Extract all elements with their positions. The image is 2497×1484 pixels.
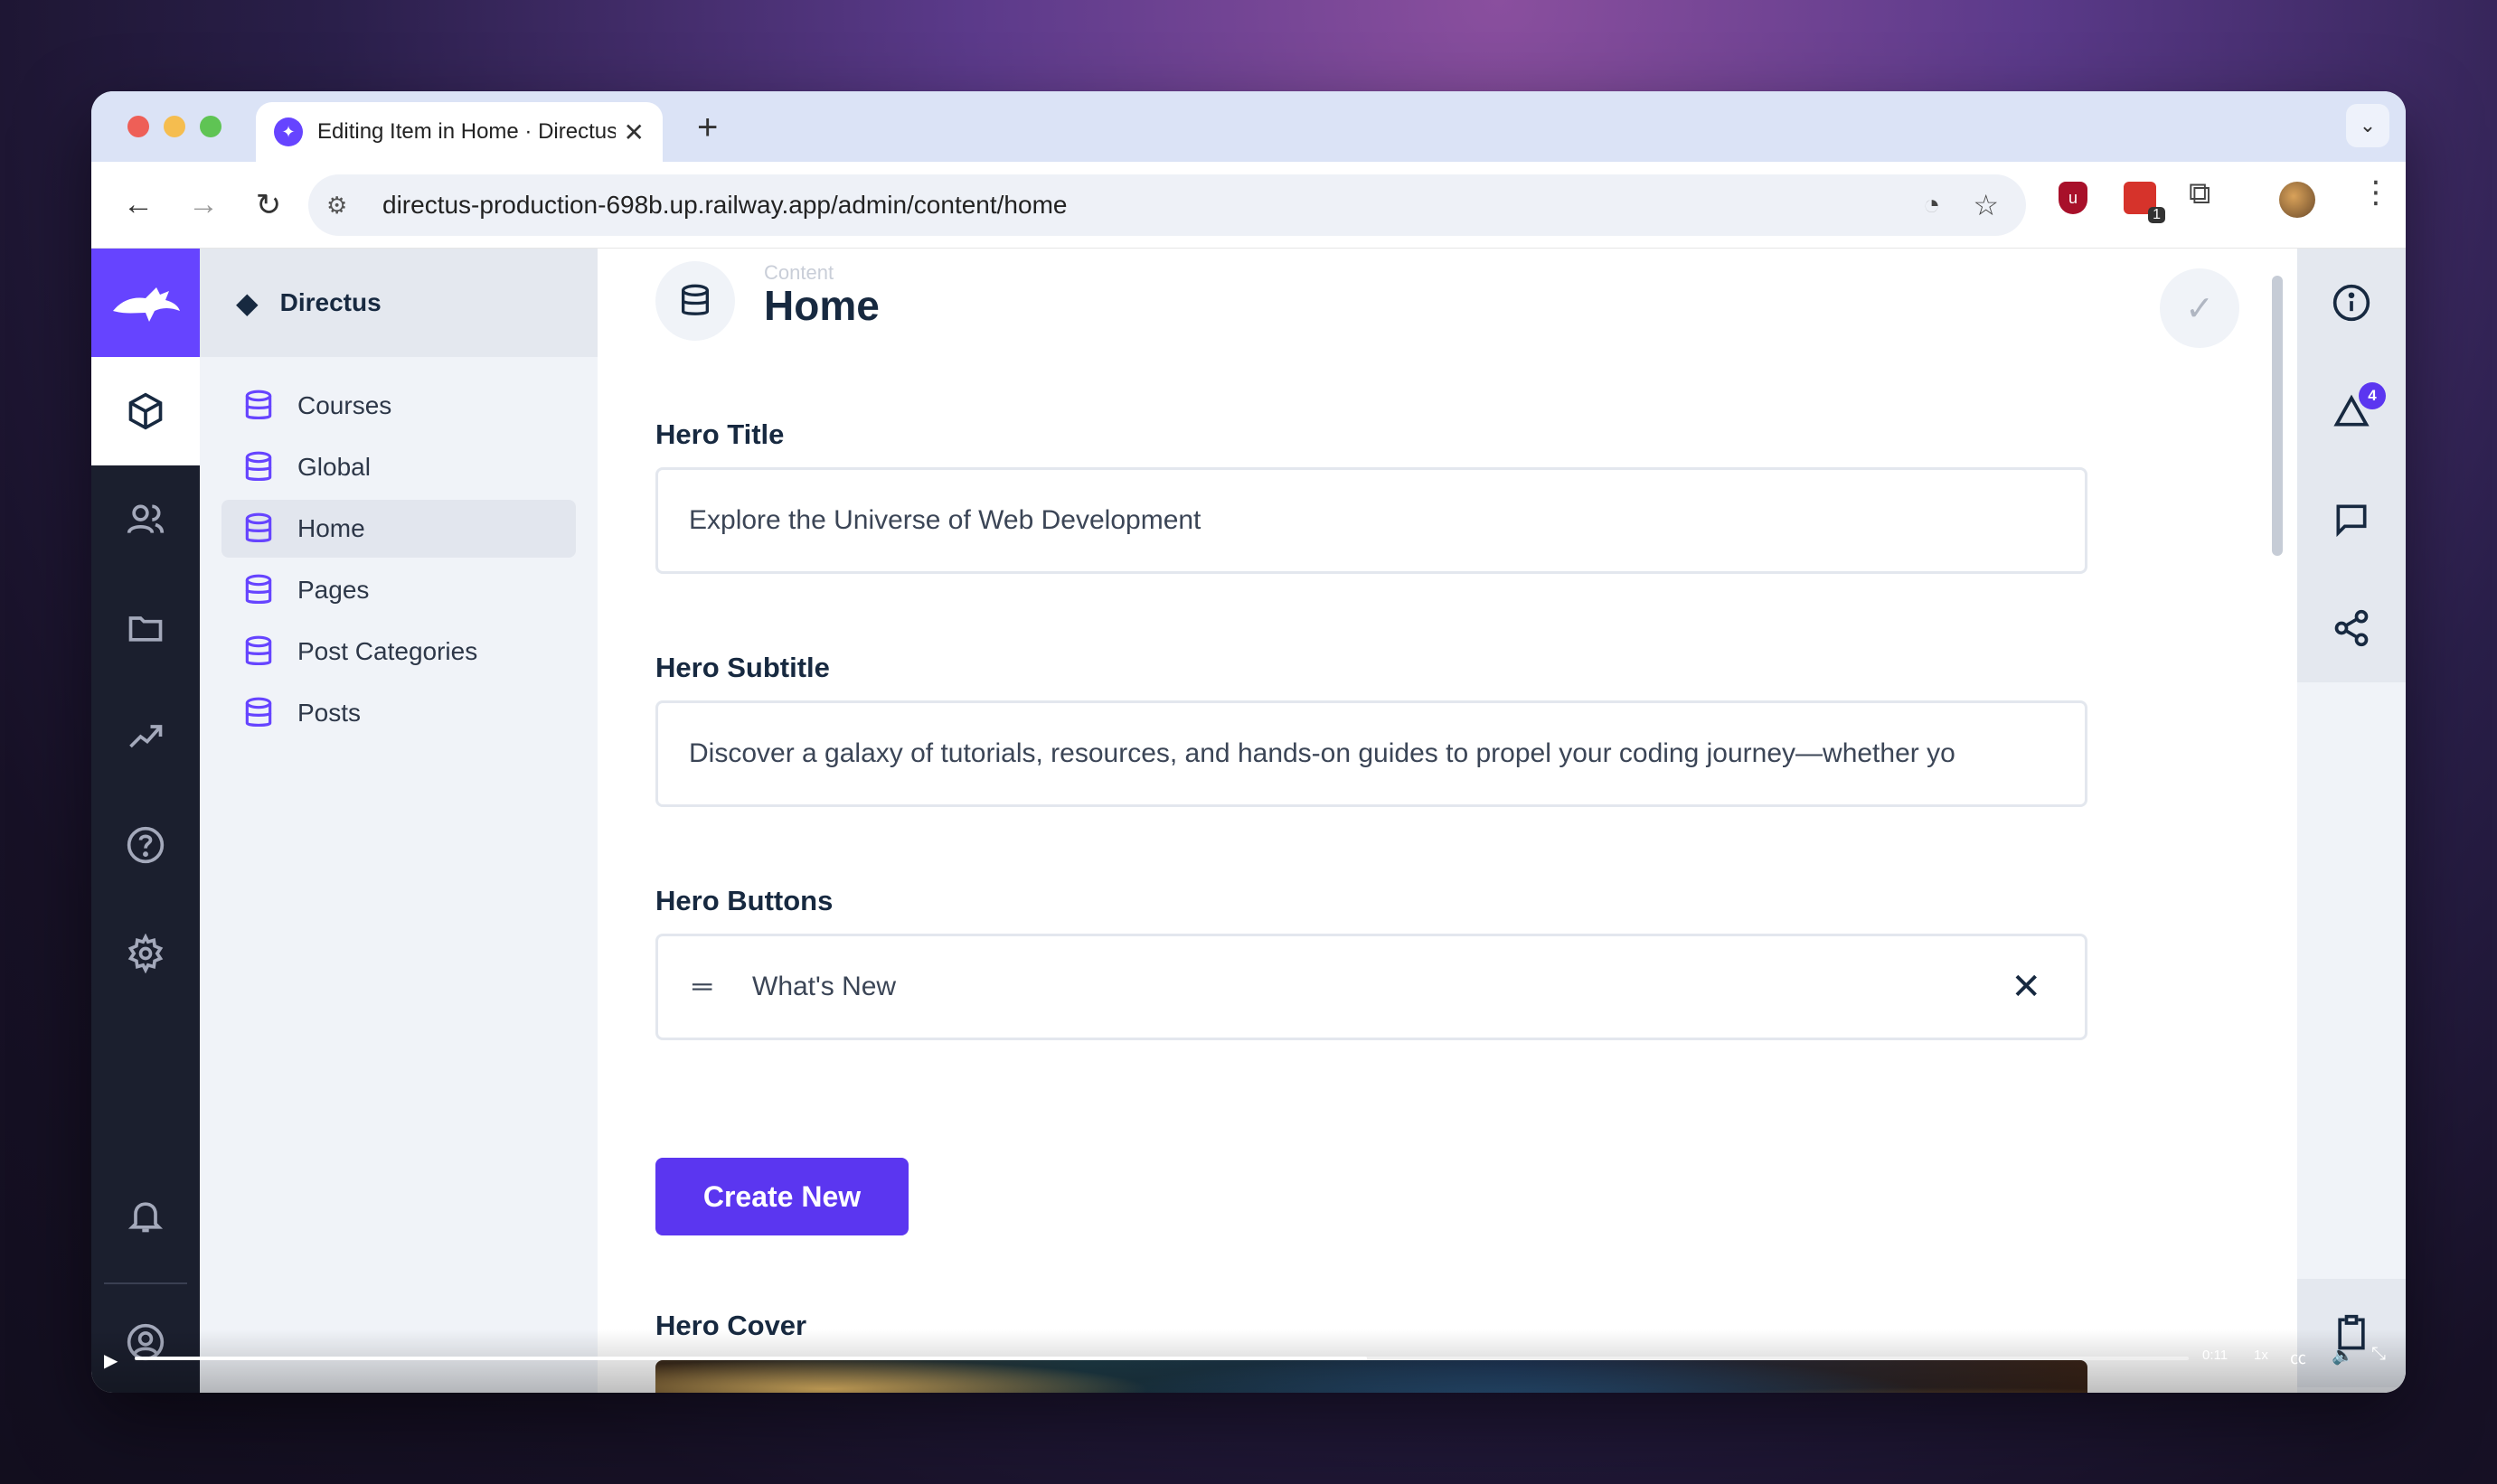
directus-logo-icon[interactable] (91, 249, 200, 357)
files-folder-icon[interactable] (91, 574, 200, 682)
page-header: Content Home (655, 261, 880, 341)
database-icon (245, 390, 272, 420)
sidebar-item-label: Home (297, 514, 365, 542)
module-rail (91, 249, 200, 1393)
video-progress-track[interactable] (135, 1357, 2189, 1360)
database-icon (245, 512, 272, 543)
hero-buttons-list-item[interactable]: ═ What's New ✕ (655, 934, 2087, 1040)
save-check-button[interactable]: ✓ (2160, 268, 2239, 348)
window-controls (127, 116, 221, 137)
back-arrow-icon[interactable]: ← (120, 187, 156, 222)
right-sidebar: 4 (2297, 249, 2406, 1393)
sidebar-item-label: Posts (297, 699, 362, 727)
hero-buttons-label: Hero Buttons (655, 885, 834, 916)
rail-divider (104, 1282, 187, 1284)
comments-icon[interactable] (2297, 465, 2406, 574)
sidebar-item-courses[interactable]: Courses (221, 377, 576, 435)
url-text[interactable]: directus-production-698b.up.railway.app/… (382, 191, 1067, 220)
site-settings-icon[interactable]: ⚙ (326, 192, 366, 220)
sidebar-item-posts[interactable]: Posts (221, 684, 576, 742)
sidebar-item-label: Post Categories (297, 637, 478, 665)
bookmark-star-icon[interactable]: ☆ (1973, 188, 1999, 222)
browser-window: ✦ Editing Item in Home · Directus ✕ + ⌄ … (91, 91, 2406, 1393)
hero-title-input[interactable]: Explore the Universe of Web Development (655, 467, 2087, 574)
new-tab-plus-icon[interactable]: + (697, 108, 718, 148)
captions-icon[interactable]: ㏄ (2290, 1346, 2306, 1369)
address-bar[interactable]: ⚙ directus-production-698b.up.railway.ap… (308, 174, 2026, 236)
browser-toolbar: ← → ↻ ⚙ directus-production-698b.up.rail… (91, 162, 2406, 249)
close-tab-icon[interactable]: ✕ (624, 117, 645, 147)
video-time: 0:11 (2202, 1348, 2228, 1363)
tab-strip: ✦ Editing Item in Home · Directus ✕ + ⌄ (91, 91, 2406, 162)
directus-favicon-icon: ✦ (274, 117, 303, 146)
video-progress-fill (135, 1357, 1368, 1360)
browser-tab-active[interactable]: ✦ Editing Item in Home · Directus ✕ (256, 102, 663, 162)
page-title: Home (764, 282, 880, 329)
minimize-window-button[interactable] (164, 116, 185, 137)
hero-title-label: Hero Title (655, 418, 785, 450)
video-controls: ▶ 0:11 1x ㏄ 🔈 ⤡ (91, 1329, 2406, 1393)
drag-handle-icon[interactable]: ═ (693, 972, 729, 1002)
directus-app: ◆ Directus Courses Global Home Pages Post Ca… (91, 249, 2406, 1393)
calendar-extension-icon[interactable]: 1 (2124, 182, 2165, 223)
sidebar-item-pages[interactable]: Pages (221, 561, 576, 619)
breadcrumb[interactable]: Content (764, 261, 834, 285)
reload-icon[interactable]: ↻ (250, 187, 287, 223)
hero-subtitle-input[interactable]: Discover a galaxy of tutorials, resource… (655, 700, 2087, 807)
hero-subtitle-label: Hero Subtitle (655, 652, 830, 683)
database-icon (655, 261, 735, 341)
sidebar-item-label: Global (297, 453, 371, 481)
extension-badge: 1 (2148, 207, 2165, 223)
tab-title: Editing Item in Home · Directus (317, 119, 616, 144)
close-window-button[interactable] (127, 116, 149, 137)
help-question-icon[interactable] (91, 791, 200, 899)
play-icon[interactable]: ▶ (104, 1349, 118, 1372)
sidebar-item-global[interactable]: Global (221, 438, 576, 496)
remove-item-close-icon[interactable]: ✕ (2011, 966, 2041, 1008)
sidebar-actions: 4 (2297, 249, 2406, 682)
notifications-bell-icon[interactable] (91, 1161, 200, 1270)
content-module-cube-icon[interactable] (91, 357, 200, 465)
sidebar-item-label: Courses (297, 391, 392, 419)
database-icon (245, 635, 272, 666)
collection-list: Courses Global Home Pages Post Categories Pos… (200, 357, 598, 765)
extensions-puzzle-icon[interactable]: ⧉ (2189, 176, 2210, 211)
maximize-window-button[interactable] (200, 116, 221, 137)
main-scrollbar[interactable] (2272, 276, 2283, 556)
revisions-badge: 4 (2359, 382, 2386, 409)
settings-gear-icon[interactable] (91, 899, 200, 1008)
profile-avatar[interactable] (2279, 182, 2315, 218)
share-icon[interactable] (2297, 574, 2406, 682)
project-name: Directus (279, 288, 382, 316)
users-module-icon[interactable] (91, 465, 200, 574)
insights-chart-icon[interactable] (91, 682, 200, 791)
sidebar-item-home[interactable]: Home (221, 500, 576, 558)
database-icon (245, 574, 272, 605)
ublock-extension-icon[interactable]: u (2059, 182, 2087, 214)
collections-sidebar: ◆ Directus Courses Global Home Pages Post Ca… (200, 249, 598, 1393)
list-item-label: What's New (752, 972, 897, 1001)
revisions-icon[interactable]: 4 (2297, 357, 2406, 465)
tab-search-chevron-icon[interactable]: ⌄ (2346, 104, 2389, 147)
browser-menu-icon[interactable]: ⋮ (2360, 174, 2391, 211)
project-header[interactable]: ◆ Directus (200, 249, 598, 357)
database-icon (245, 697, 272, 728)
project-gem-icon: ◆ (236, 286, 259, 319)
create-new-button[interactable]: Create New (655, 1158, 909, 1235)
database-icon (245, 451, 272, 482)
sidebar-item-post-categories[interactable]: Post Categories (221, 623, 576, 681)
playback-rate-button[interactable]: 1x (2254, 1348, 2268, 1363)
info-icon[interactable] (2297, 249, 2406, 357)
performance-gauge-icon[interactable]: ◔ (1923, 188, 1940, 222)
item-editor: Content Home ✓ Hero Title Explore the Un… (598, 249, 2297, 1393)
volume-icon[interactable]: 🔈 (2332, 1344, 2354, 1367)
forward-arrow-icon[interactable]: → (185, 187, 221, 222)
fullscreen-icon[interactable]: ⤡ (2371, 1344, 2386, 1365)
sidebar-item-label: Pages (297, 576, 370, 604)
